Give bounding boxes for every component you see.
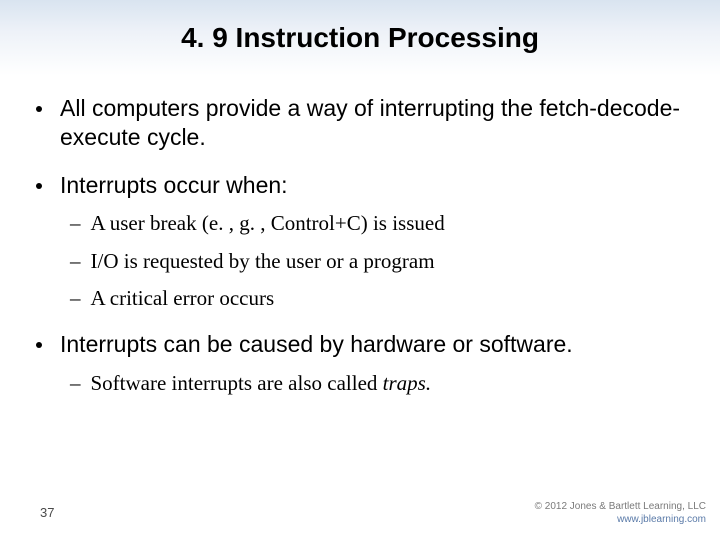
bullet-text: All computers provide a way of interrupt…: [60, 94, 684, 153]
dash-icon: –: [70, 285, 81, 312]
sub-bullet-item: – A critical error occurs: [70, 285, 684, 312]
copyright-line2: www.jblearning.com: [535, 514, 706, 527]
sub-bullet-text: A user break (e. , g. , Control+C) is is…: [91, 210, 685, 237]
sub-bullet-item: – I/O is requested by the user or a prog…: [70, 248, 684, 275]
dash-icon: –: [70, 370, 81, 397]
sub-bullet-text: Software interrupts are also called trap…: [91, 370, 685, 397]
copyright-line1: © 2012 Jones & Bartlett Learning, LLC: [535, 501, 706, 514]
sub-bullet-item: – Software interrupts are also called tr…: [70, 370, 684, 397]
bullet-item: Interrupts can be caused by hardware or …: [36, 330, 684, 359]
bullet-dot-icon: [36, 183, 42, 189]
sub-bullet-text: A critical error occurs: [91, 285, 685, 312]
sub-bullet-italic: traps.: [383, 371, 431, 395]
bullet-dot-icon: [36, 106, 42, 112]
sub-bullet-item: – A user break (e. , g. , Control+C) is …: [70, 210, 684, 237]
bullet-text: Interrupts can be caused by hardware or …: [60, 330, 684, 359]
dash-icon: –: [70, 210, 81, 237]
sub-bullet-prefix: Software interrupts are also called: [91, 371, 383, 395]
bullet-dot-icon: [36, 342, 42, 348]
bullet-item: All computers provide a way of interrupt…: [36, 94, 684, 153]
slide-title: 4. 9 Instruction Processing: [0, 0, 720, 64]
sub-bullet-text: I/O is requested by the user or a progra…: [91, 248, 685, 275]
bullet-text: Interrupts occur when:: [60, 171, 684, 200]
bullet-item: Interrupts occur when:: [36, 171, 684, 200]
copyright-block: © 2012 Jones & Bartlett Learning, LLC ww…: [535, 501, 706, 526]
dash-icon: –: [70, 248, 81, 275]
slide-content: All computers provide a way of interrupt…: [0, 64, 720, 397]
page-number: 37: [40, 505, 54, 520]
